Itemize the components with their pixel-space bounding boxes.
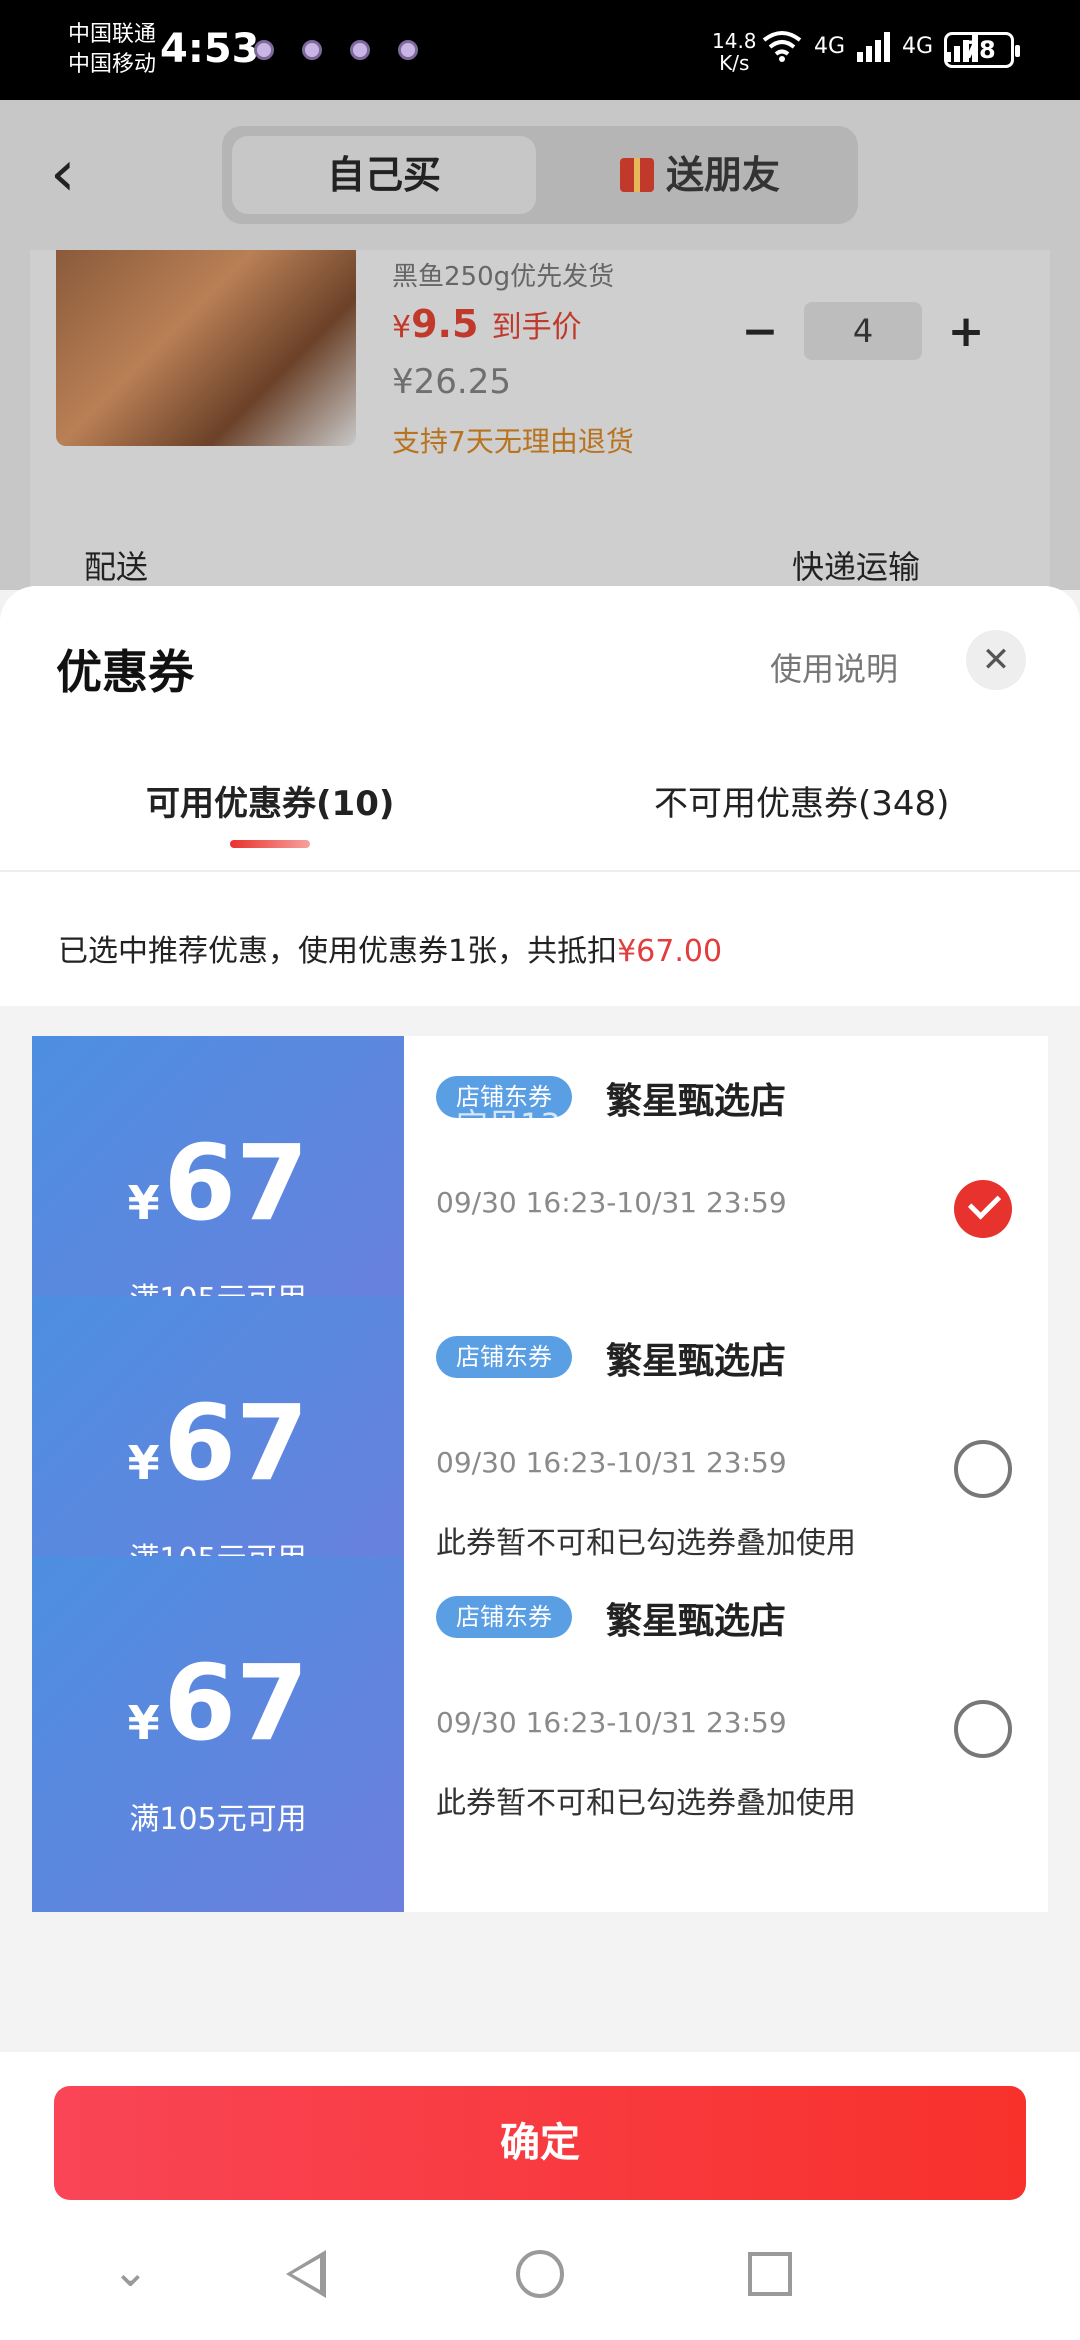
coupon-type-badge: 店铺东券 [436,1596,572,1638]
summary-amount: ¥67.00 [617,934,723,969]
price-suffix: 到手价 [491,310,582,345]
network-speed-value: 14.8 [712,29,757,53]
nav-home-icon[interactable] [516,2250,564,2298]
carrier-1: 中国联通 [68,22,157,47]
tab-buy-for-self[interactable]: 自己买 [232,136,536,214]
coupon-radio[interactable] [954,1440,1012,1498]
coupon-currency: ¥ [127,1436,160,1490]
sheet-footer: 确定 ⌄ [0,2052,1080,2340]
tab-unavailable-coupons[interactable]: 不可用优惠券(348) [654,776,949,825]
coupon-note: 此券暂不可和已勾选券叠加使用 [436,1786,856,1821]
coupon-radio[interactable] [954,1700,1012,1758]
notification-icon [398,40,418,60]
coupon-list: ¥67 满105元可用 店铺东券 宝贝138T 繁星甄选店 09/30 16:2… [0,1006,1080,2056]
quantity-stepper: − 4 + [740,302,986,360]
confirm-button[interactable]: 确定 [54,2086,1026,2200]
notification-icon [350,40,370,60]
nav-recents-icon[interactable] [748,2252,792,2296]
notification-icon [254,40,274,60]
price-value: 9.5 [411,302,479,346]
coupon-type-badge: 店铺东券 [436,1336,572,1378]
close-button[interactable]: ✕ [966,630,1026,690]
original-price: ¥26.25 [392,362,511,402]
carrier-info: 中国联通 中国移动 [68,20,156,80]
coupon-shop-name: 繁星甄选店 [606,1601,787,1642]
header: ‹ 自己买 送朋友 [0,100,1080,250]
system-nav-bar: ⌄ [0,2212,1080,2340]
back-button[interactable]: ‹ [50,136,110,212]
coupon-tabs: 可用优惠券(10) 不可用优惠券(348) [0,776,1080,872]
page: 中国联通 中国移动 4:53 14.8 K/s 4G 4G 78 ‹ 自己买 送… [0,0,1080,2340]
coupon-value-panel: ¥67 满105元可用 [26,1556,404,1912]
coupon-sheet: 优惠券 使用说明 ✕ 可用优惠券(10) 不可用优惠券(348) 已选中推荐优惠… [0,586,1080,2340]
coupon-card[interactable]: ¥67 满105元可用 店铺东券 繁星甄选店 09/30 16:23-10/31… [26,1556,1048,1912]
product-image [56,250,356,446]
status-bar: 中国联通 中国移动 4:53 14.8 K/s 4G 4G 78 [0,0,1080,100]
coupon-amount: ¥67 [32,1388,404,1518]
network-speed: 14.8 K/s [712,30,757,74]
clock: 4:53 [160,26,260,72]
quantity-input[interactable]: 4 [804,302,922,360]
watermark: 宝贝138T [456,1106,601,1144]
coupon-validity: 09/30 16:23-10/31 23:59 [436,1706,787,1739]
sheet-title: 优惠券 [56,645,194,699]
coupon-shop-name: 繁星甄选店 [606,1341,787,1382]
notification-icons [254,40,418,60]
collapse-nav-icon[interactable]: ⌄ [112,2246,149,2297]
network-type-2: 4G [902,33,934,59]
coupon-amount: ¥67 [32,1128,404,1258]
coupon-validity: 09/30 16:23-10/31 23:59 [436,1446,787,1479]
coupon-currency: ¥ [127,1696,160,1750]
price-currency: ¥ [392,310,412,345]
product-price: ¥9.5 到手价 [392,302,582,346]
coupon-amount: ¥67 [32,1648,404,1778]
network-speed-unit: K/s [719,51,750,75]
signal-icon [857,30,891,62]
tab-available-coupons[interactable]: 可用优惠券(10) [146,776,394,825]
product-spec: 黑鱼250g优先发货 [392,262,615,292]
decrease-button[interactable]: − [740,306,780,357]
coupon-amount-value: 67 [163,1642,309,1764]
wifi-icon [762,31,802,62]
coupon-validity: 09/30 16:23-10/31 23:59 [436,1186,787,1219]
discount-summary: 已选中推荐优惠，使用优惠券1张，共抵扣¥67.00 [58,926,722,970]
tab-indicator [230,840,310,848]
tab-send-to-friend[interactable]: 送朋友 [552,136,848,214]
shipping-method[interactable]: 快递运输 [792,542,920,588]
tab-send-to-friend-label: 送朋友 [665,153,780,197]
order-background: 黑鱼250g优先发货 ¥9.5 到手价 ¥26.25 支持7天无理由退货 − 4… [0,250,1080,590]
coupon-radio-checked[interactable] [954,1180,1012,1238]
summary-text: 已选中推荐优惠，使用优惠券1张，共抵扣 [58,934,618,969]
shipping-label: 配送 [84,548,149,586]
coupon-amount-value: 67 [163,1122,309,1244]
coupon-shop-name: 繁星甄选店 [606,1081,787,1122]
coupon-condition: 满105元可用 [129,1802,307,1837]
network-type-1: 4G [814,33,846,59]
notification-icon [302,40,322,60]
usage-instructions-link[interactable]: 使用说明 [770,644,898,690]
coupon-amount-value: 67 [163,1382,309,1504]
coupon-currency: ¥ [127,1176,160,1230]
purchase-mode-toggle: 自己买 送朋友 [222,126,858,224]
gift-icon [619,158,654,192]
increase-button[interactable]: + [946,306,986,357]
nav-back-icon[interactable] [286,2250,326,2298]
carrier-2: 中国移动 [68,52,157,77]
return-policy: 支持7天无理由退货 [392,425,634,458]
battery-icon: 78 [944,32,1020,68]
